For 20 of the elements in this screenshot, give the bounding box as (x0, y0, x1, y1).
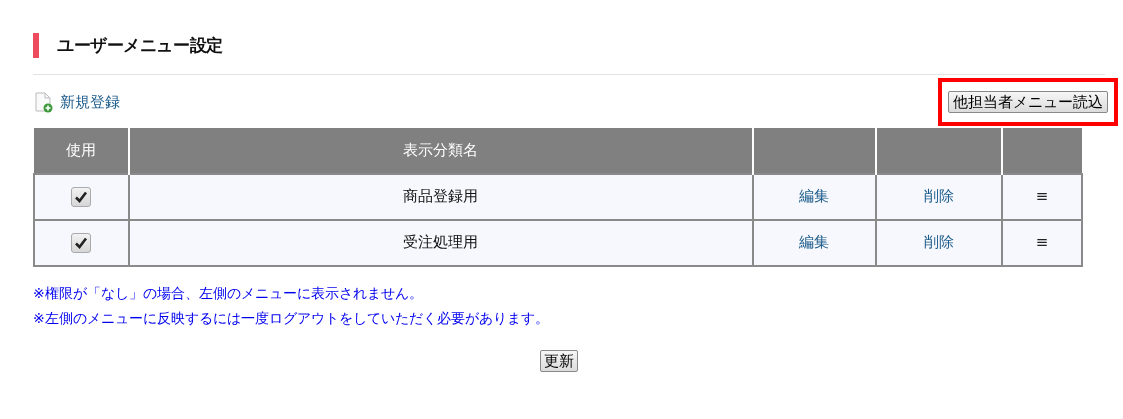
delete-link[interactable]: 削除 (924, 233, 955, 252)
page-title: ユーザーメニュー設定 (57, 33, 223, 57)
new-document-icon (33, 91, 55, 114)
delete-link[interactable]: 削除 (924, 187, 955, 206)
checkbox[interactable] (71, 232, 92, 253)
column-header: 表示分類名 (128, 127, 753, 174)
drag-handle[interactable]: ≡ (1035, 187, 1049, 206)
table-cell: 商品登録用 (128, 173, 753, 220)
note-text: ※権限が「なし」の場合、左側のメニューに表示されません。 (33, 283, 424, 303)
new-registration-link[interactable]: 新規登録 (33, 91, 120, 114)
edit-link[interactable]: 編集 (799, 187, 830, 206)
title-accent-bar (33, 33, 39, 58)
edit-link[interactable]: 編集 (799, 233, 830, 252)
update-button[interactable]: 更新 (540, 349, 578, 372)
drag-handle[interactable]: ≡ (1035, 233, 1049, 252)
column-header: 使用 (34, 127, 129, 174)
checkbox[interactable] (71, 186, 92, 207)
table-cell: 受注処理用 (128, 219, 753, 266)
note-text: ※左側のメニューに反映するには一度ログアウトをしていただく必要があります。 (33, 308, 550, 328)
load-menu-button[interactable]: 他担当者メニュー読込 (948, 91, 1108, 114)
